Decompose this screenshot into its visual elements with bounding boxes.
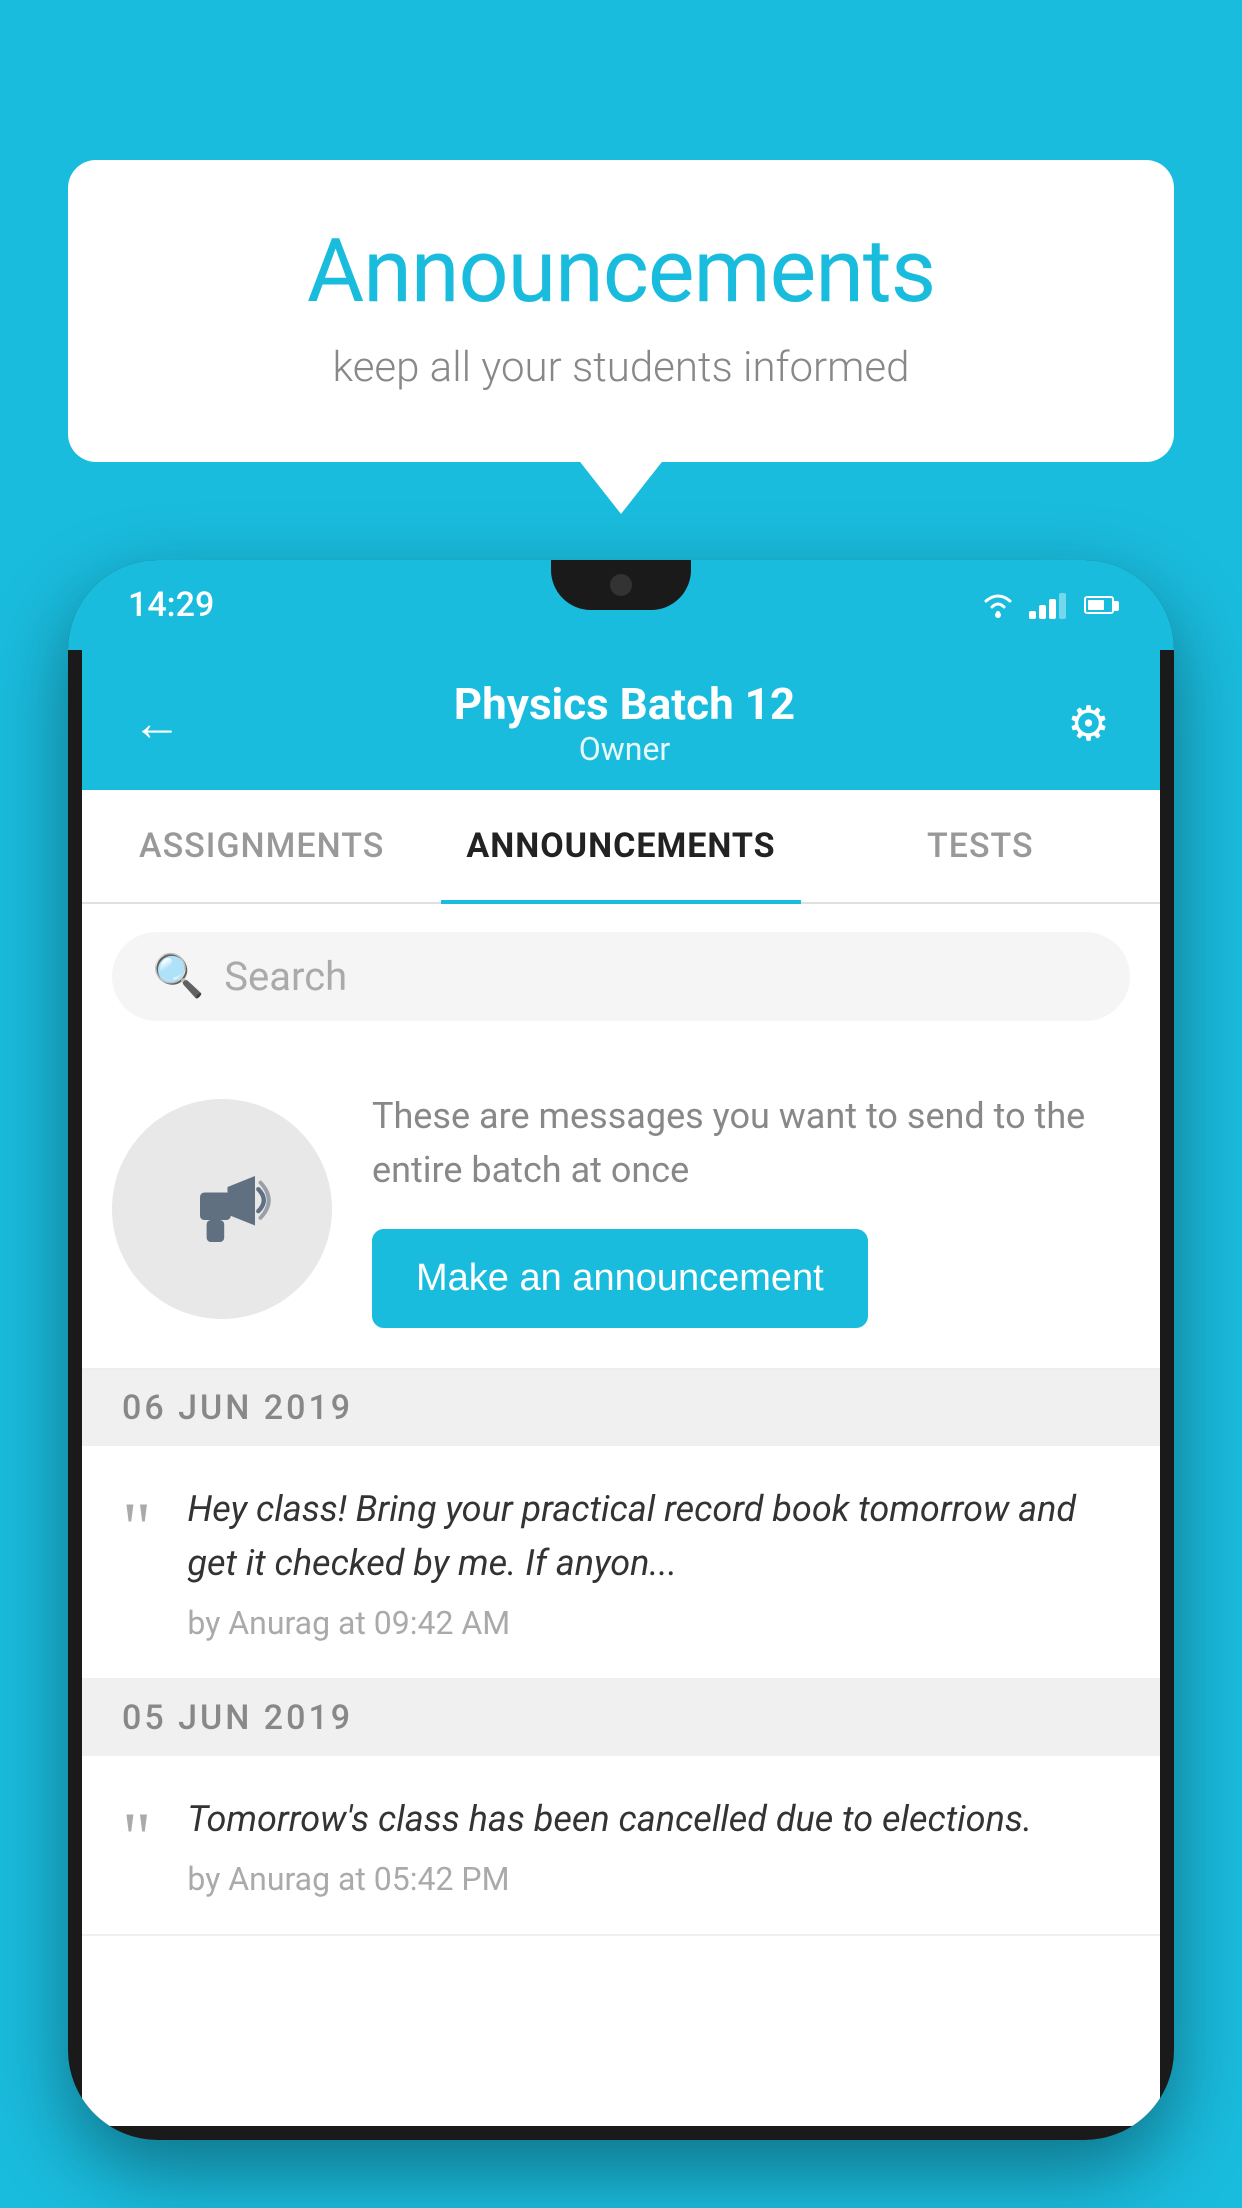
search-placeholder: Search [224, 953, 347, 1000]
megaphone-icon [167, 1154, 277, 1264]
tabs-bar: ASSIGNMENTS ANNOUNCEMENTS TESTS [82, 790, 1160, 904]
wifi-icon [981, 591, 1015, 619]
back-button[interactable]: ← [132, 694, 182, 753]
announcement-meta-2: by Anurag at 05:42 PM [187, 1860, 1032, 1898]
bubble-subtitle: keep all your students informed [148, 343, 1094, 392]
phone-notch [551, 560, 691, 610]
tab-assignments[interactable]: ASSIGNMENTS [82, 790, 441, 902]
tab-tests[interactable]: TESTS [801, 790, 1160, 902]
camera [610, 574, 632, 596]
bubble-title: Announcements [148, 220, 1094, 323]
announcement-item-2[interactable]: " Tomorrow's class has been cancelled du… [82, 1756, 1160, 1936]
search-bar[interactable]: 🔍 Search [112, 932, 1130, 1021]
announcement-prompt-section: These are messages you want to send to t… [82, 1049, 1160, 1370]
date-separator-1: 06 JUN 2019 [82, 1370, 1160, 1446]
announcement-text-block-2: Tomorrow's class has been cancelled due … [187, 1792, 1032, 1898]
make-announcement-button[interactable]: Make an announcement [372, 1229, 868, 1328]
phone-screen: ← Physics Batch 12 Owner ⚙ ASSIGNMENTS A… [82, 650, 1160, 2126]
announcement-meta-1: by Anurag at 09:42 AM [187, 1604, 1120, 1642]
date-separator-2: 05 JUN 2019 [82, 1680, 1160, 1756]
speech-bubble-container: Announcements keep all your students inf… [68, 160, 1174, 462]
prompt-description: These are messages you want to send to t… [372, 1089, 1130, 1197]
header-role-subtitle: Owner [454, 730, 795, 768]
announcement-body-1: Hey class! Bring your practical record b… [187, 1482, 1120, 1590]
app-header: ← Physics Batch 12 Owner ⚙ [82, 650, 1160, 790]
tab-announcements[interactable]: ANNOUNCEMENTS [441, 790, 800, 902]
status-bar: 14:29 [68, 560, 1174, 650]
announcement-text-block-1: Hey class! Bring your practical record b… [187, 1482, 1120, 1642]
search-icon: 🔍 [152, 952, 204, 1001]
battery-icon [1084, 596, 1114, 614]
signal-icon [1029, 591, 1066, 619]
quote-icon-1: " [122, 1492, 151, 1564]
header-title: Physics Batch 12 [454, 678, 795, 730]
megaphone-circle [112, 1099, 332, 1319]
speech-bubble: Announcements keep all your students inf… [68, 160, 1174, 462]
header-center: Physics Batch 12 Owner [454, 678, 795, 768]
phone-wrapper: 14:29 [68, 560, 1174, 2208]
announcement-body-2: Tomorrow's class has been cancelled due … [187, 1792, 1032, 1846]
quote-icon-2: " [122, 1802, 151, 1874]
status-time: 14:29 [128, 585, 214, 625]
announcement-item-1[interactable]: " Hey class! Bring your practical record… [82, 1446, 1160, 1680]
phone-device: 14:29 [68, 560, 1174, 2140]
status-icons [981, 591, 1114, 619]
prompt-right: These are messages you want to send to t… [372, 1089, 1130, 1328]
settings-gear-icon[interactable]: ⚙ [1067, 695, 1110, 752]
